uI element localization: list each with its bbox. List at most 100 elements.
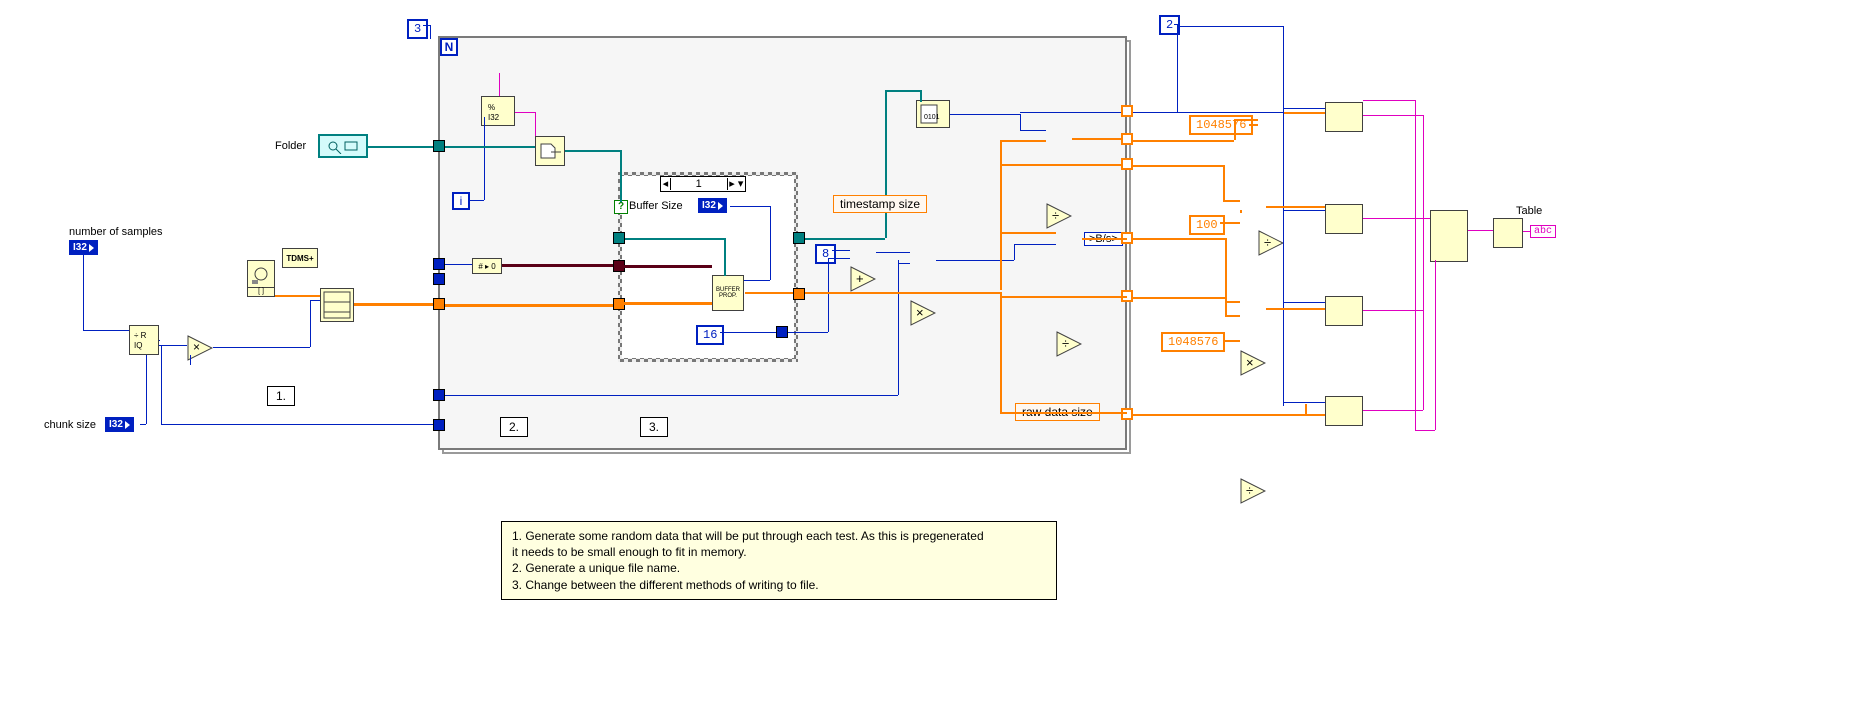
wire [876, 252, 910, 253]
wire [1000, 412, 1127, 414]
wire [1133, 297, 1225, 299]
wire [310, 300, 311, 347]
int-tunnel-in [433, 389, 445, 401]
loop-i-terminal: i [452, 192, 470, 210]
wire [161, 345, 162, 424]
case-next-icon[interactable]: ▸ [728, 177, 737, 191]
comment-block: 1. Generate some random data that will b… [501, 521, 1057, 600]
case-teal-out [793, 232, 805, 244]
number-of-samples-control[interactable]: I32 [69, 240, 98, 255]
tdms-plus-icon: TDMS+ [286, 254, 313, 263]
case-menu-icon[interactable]: ▾ [736, 177, 745, 191]
wire [445, 395, 898, 396]
path-tunnel-in [433, 140, 445, 152]
array-tunnel-in [433, 298, 445, 310]
wire [1000, 232, 1056, 234]
wire [1423, 115, 1424, 410]
terminal-arrow-icon [125, 421, 130, 429]
wire [1363, 115, 1423, 116]
wire [445, 264, 472, 265]
wire [1283, 108, 1325, 109]
buffer-prop-subvi: BUFFER PROP. [712, 275, 744, 311]
wire [1363, 310, 1423, 311]
wire [1020, 114, 1021, 130]
wire [1000, 296, 1127, 298]
wire [1283, 302, 1325, 303]
wire [1234, 119, 1236, 140]
case-value-display: 1 [670, 178, 728, 190]
int-tunnel-in-2 [433, 419, 445, 431]
wire [159, 345, 187, 346]
wire [832, 250, 850, 251]
svg-text:0101: 0101 [924, 114, 940, 121]
svg-text:÷: ÷ [1246, 483, 1253, 498]
wire [920, 90, 922, 102]
wire [484, 117, 485, 200]
step-2-annotation: 2. [500, 417, 528, 437]
mb-constant-2: 1048576 [1161, 332, 1225, 352]
hundred-constant: 100 [1189, 215, 1225, 235]
comment-line-3: 2. Generate a unique file name. [512, 560, 1046, 576]
wire [445, 146, 535, 148]
wire [1020, 112, 1121, 113]
dbl-tunnel-in-b [433, 273, 445, 285]
wire [620, 150, 622, 202]
case-value-selector[interactable]: ◂ 1 ▸ ▾ [660, 176, 746, 192]
svg-text:÷: ÷ [1264, 235, 1271, 250]
wire [1177, 24, 1178, 26]
wire [1177, 24, 1178, 112]
wire [622, 265, 712, 268]
wire [936, 260, 1014, 261]
array-brackets-icon: [ ] [247, 287, 275, 297]
i32-type-icon: I32 [702, 200, 716, 211]
wire [1000, 140, 1002, 290]
terminal-arrow-icon [89, 244, 94, 252]
wire [898, 263, 910, 264]
wire [1523, 231, 1530, 232]
wire [1000, 292, 1002, 412]
comment-line-4: 3. Change between the different methods … [512, 577, 1046, 593]
case-selector-terminal: ? [614, 200, 628, 214]
svg-text:%: % [488, 103, 495, 112]
wire [1240, 210, 1242, 213]
wire [1225, 301, 1240, 303]
wire [1363, 100, 1415, 101]
wire [950, 114, 1020, 115]
wire [502, 264, 618, 267]
number-of-samples-label: number of samples [69, 226, 163, 238]
eight-constant: 8 [815, 244, 836, 264]
case-int-out [776, 326, 788, 338]
wire [1000, 140, 1046, 142]
folder-path-control[interactable] [318, 134, 368, 158]
wire [354, 303, 438, 306]
wire [744, 280, 770, 281]
wire [1266, 206, 1325, 208]
format-node-2 [1325, 204, 1363, 234]
wire [898, 260, 899, 395]
divide-mb-2: ÷ [1240, 478, 1857, 504]
table-indicator[interactable]: abc [1530, 225, 1556, 238]
terminal-arrow-icon [718, 202, 723, 210]
i32-type-icon: I32 [109, 419, 123, 430]
idx-tunnel-out-1 [1121, 105, 1133, 117]
table-label: Table [1516, 205, 1542, 217]
wire [1014, 244, 1015, 260]
case-prev-icon[interactable]: ◂ [661, 177, 670, 191]
wire [1234, 119, 1258, 121]
wire [515, 112, 535, 113]
wire [1266, 308, 1325, 310]
wire [1133, 165, 1223, 167]
format-node-3 [1325, 296, 1363, 326]
multiply-100: × [1240, 350, 1857, 376]
wire [1000, 164, 1121, 166]
wire [368, 146, 438, 148]
wire [788, 332, 828, 333]
chunk-size-control[interactable]: I32 [105, 417, 134, 432]
svg-text:×: × [1246, 355, 1254, 370]
buffer-size-control[interactable]: I32 [698, 198, 727, 213]
wire [275, 295, 320, 297]
wire [423, 25, 430, 26]
wire [1082, 238, 1127, 240]
comment-line-2: it needs to be small enough to fit in me… [512, 544, 1046, 560]
wire [470, 200, 484, 201]
